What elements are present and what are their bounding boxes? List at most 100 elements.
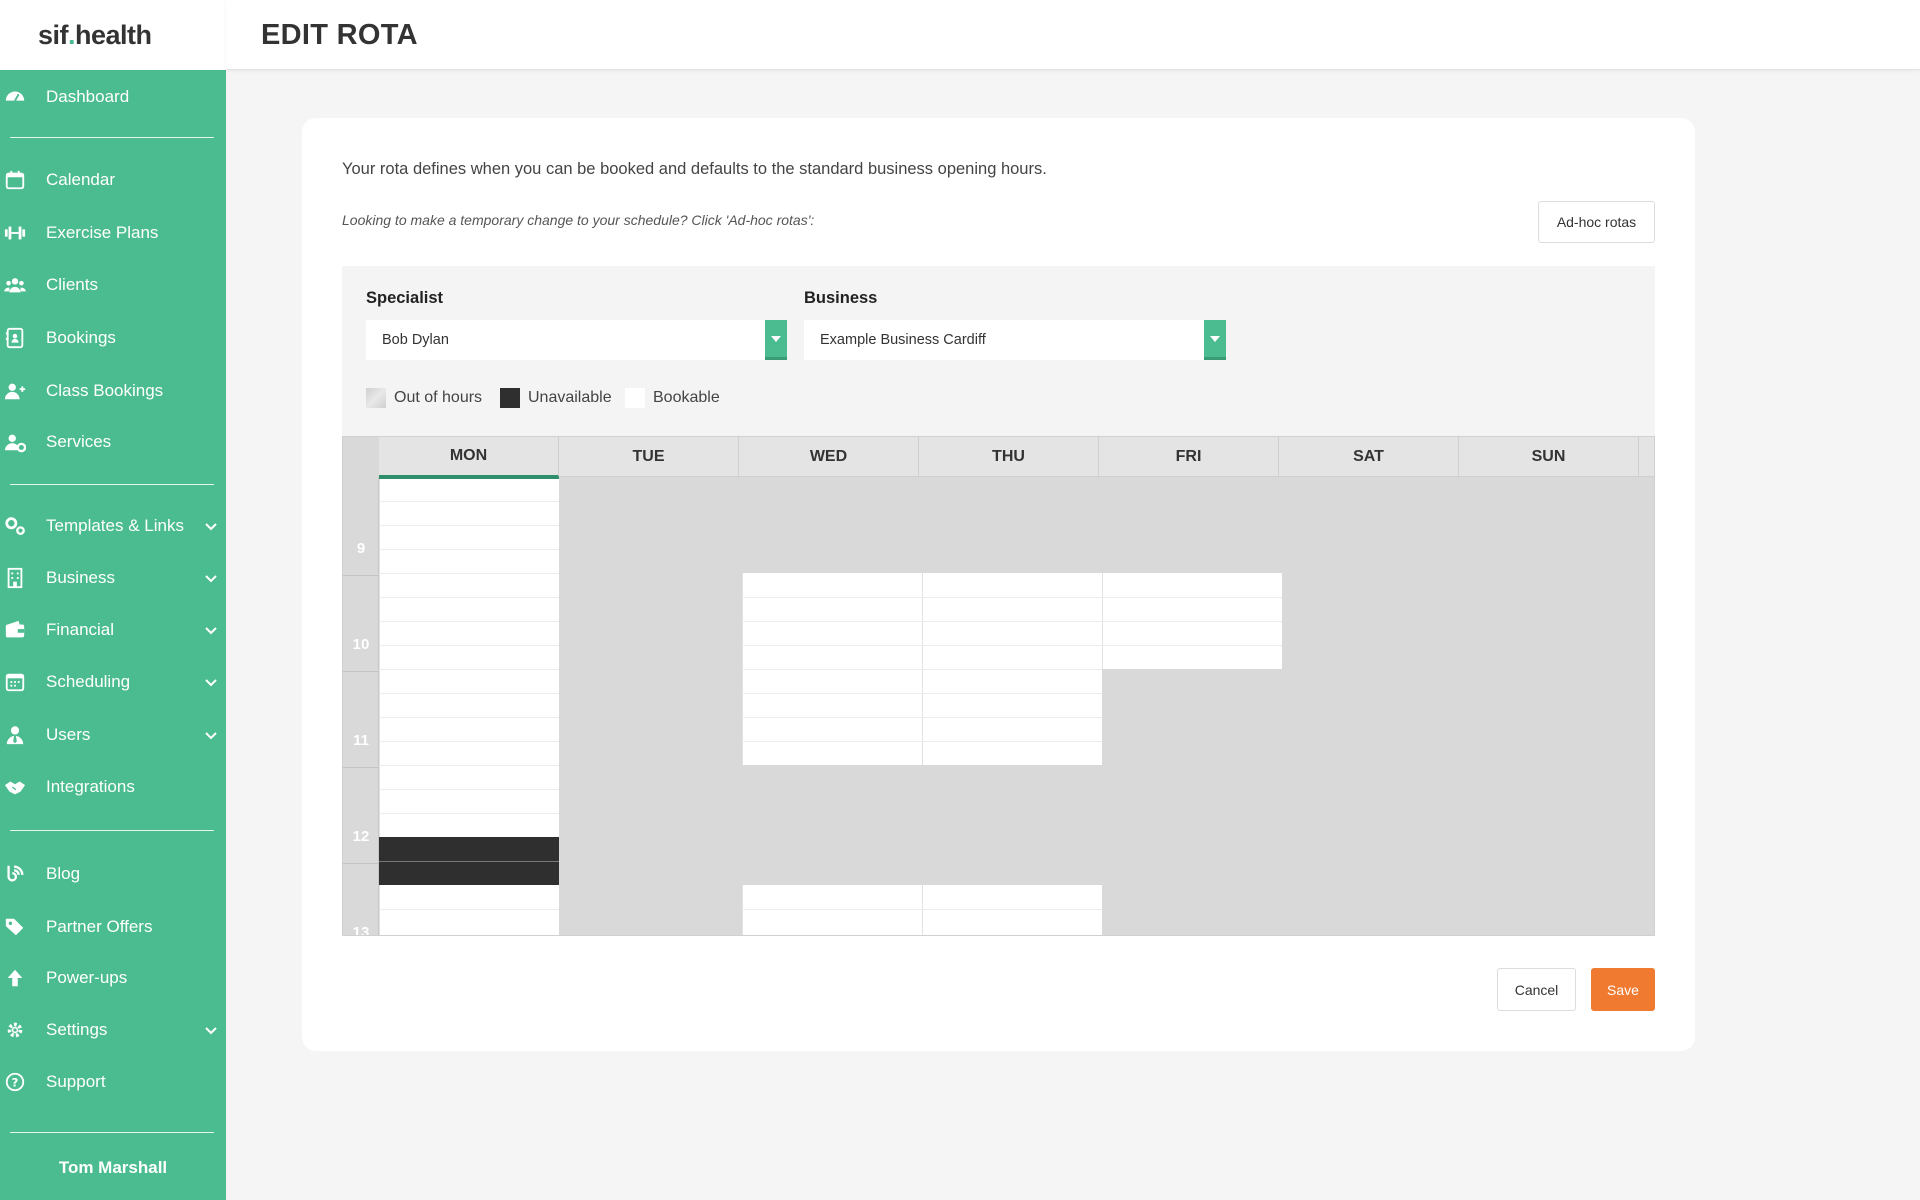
filters-panel: Specialist Bob Dylan Business Example Bu… <box>342 266 1655 438</box>
sidebar-item-label: Class Bookings <box>46 381 164 400</box>
sidebar-item-partner-offers[interactable]: Partner Offers <box>0 907 226 947</box>
gear-icon <box>3 1018 27 1042</box>
svg-text:?: ? <box>12 1076 19 1090</box>
sidebar-item-label: Support <box>46 1072 106 1091</box>
sidebar-item-scheduling[interactable]: Scheduling <box>0 662 226 702</box>
slot-line <box>742 717 922 718</box>
chevron-down-icon[interactable] <box>765 320 787 360</box>
sidebar-item-dashboard[interactable]: Dashboard <box>0 77 226 117</box>
slot-line <box>379 573 559 574</box>
day-header-mon: MON <box>379 437 559 477</box>
sidebar-item-clients[interactable]: Clients <box>0 265 226 305</box>
sidebar-item-settings[interactable]: Settings <box>0 1010 226 1050</box>
logo[interactable]: sif.health <box>0 0 226 70</box>
sidebar-item-financial[interactable]: Financial <box>0 610 226 650</box>
sidebar-item-label: Business <box>46 568 115 587</box>
slot-line <box>379 669 559 670</box>
slot-line <box>379 645 559 646</box>
sidebar-item-class-bookings[interactable]: Class Bookings <box>0 371 226 411</box>
sidebar-item-label: Partner Offers <box>46 917 153 936</box>
dashboard-icon <box>3 85 27 109</box>
slot-line <box>1102 621 1282 622</box>
slot-line <box>922 645 1102 646</box>
sidebar-item-label: Users <box>46 725 91 744</box>
slot-line <box>742 645 922 646</box>
dumbbell-icon <box>3 221 27 245</box>
slot-line <box>742 669 922 670</box>
active-day-indicator <box>379 477 559 479</box>
rota-card: Your rota defines when you can be booked… <box>302 118 1695 1051</box>
chevron-down-icon[interactable] <box>204 518 220 534</box>
sidebar-item-services[interactable]: Services <box>0 422 226 462</box>
sidebar-item-label: Blog <box>46 864 81 883</box>
sidebar-divider <box>10 137 214 138</box>
save-button[interactable]: Save <box>1591 968 1655 1011</box>
sidebar-item-exercise-plans[interactable]: Exercise Plans <box>0 213 226 253</box>
sidebar-item-label: Services <box>46 432 112 451</box>
hour-separator <box>343 767 379 768</box>
chevron-down-icon[interactable] <box>204 1022 220 1038</box>
bookable-block-thu[interactable] <box>922 885 1102 935</box>
slot-line <box>742 741 922 742</box>
sidebar-item-power-ups[interactable]: Power-ups <box>0 958 226 998</box>
rota-grid[interactable]: 9 10 11 12 13 MON TUE WED THU FRI SAT SUN <box>342 436 1655 936</box>
hour-separator <box>343 863 379 864</box>
adhoc-rotas-button[interactable]: Ad-hoc rotas <box>1538 201 1655 243</box>
header-filler <box>1639 437 1654 477</box>
hour-label: 12 <box>352 828 370 845</box>
hour-column: 9 10 11 12 13 <box>343 477 379 935</box>
slot-line <box>379 909 559 910</box>
slot-line <box>922 693 1102 694</box>
user-tie-icon <box>3 723 27 747</box>
sidebar-item-label: Exercise Plans <box>46 223 159 242</box>
sidebar-item-blog[interactable]: Blog <box>0 854 226 894</box>
user-name[interactable]: Tom Marshall <box>0 1158 226 1178</box>
slot-line <box>1102 645 1282 646</box>
bookable-block-mon[interactable] <box>379 477 559 837</box>
slot-line <box>379 789 559 790</box>
sidebar-item-business[interactable]: Business <box>0 558 226 598</box>
slot-line <box>379 765 559 766</box>
sidebar-item-label: Calendar <box>46 170 115 189</box>
calendar-icon <box>3 168 27 192</box>
business-select[interactable]: Example Business Cardiff <box>804 320 1226 360</box>
sidebar-item-label: Financial <box>46 620 115 639</box>
chevron-down-icon[interactable] <box>204 727 220 743</box>
slot-line <box>742 621 922 622</box>
hour-label: 9 <box>356 540 366 557</box>
sidebar-item-calendar[interactable]: Calendar <box>0 160 226 200</box>
sidebar-item-label: Scheduling <box>46 672 131 691</box>
cogs-icon <box>3 514 27 538</box>
top-bar: EDIT ROTA <box>226 0 1920 70</box>
legend-out-of-hours: Out of hours <box>366 386 482 410</box>
slot-line <box>922 621 1102 622</box>
sidebar-item-label: Integrations <box>46 777 135 796</box>
sidebar-item-templates-links[interactable]: Templates & Links <box>0 506 226 546</box>
sidebar-item-integrations[interactable]: Integrations <box>0 767 226 807</box>
adhoc-hint: Looking to make a temporary change to yo… <box>342 212 815 228</box>
tags-icon <box>3 915 27 939</box>
day-header-sat: SAT <box>1279 437 1459 477</box>
sidebar-item-users[interactable]: Users <box>0 715 226 755</box>
slot-line <box>922 741 1102 742</box>
bookable-block-wed[interactable] <box>742 885 922 935</box>
wallet-icon <box>3 618 27 642</box>
sidebar-item-label: Templates & Links <box>46 516 184 535</box>
specialist-select[interactable]: Bob Dylan <box>366 320 787 360</box>
chevron-down-icon[interactable] <box>204 570 220 586</box>
sidebar-item-support[interactable]: ? Support <box>0 1062 226 1102</box>
sidebar-item-bookings[interactable]: Bookings <box>0 318 226 358</box>
sidebar-item-label: Power-ups <box>46 968 128 987</box>
chevron-down-icon[interactable] <box>204 674 220 690</box>
chevron-down-icon[interactable] <box>1204 320 1226 360</box>
chevron-down-icon[interactable] <box>204 622 220 638</box>
day-header-sun: SUN <box>1459 437 1639 477</box>
slot-line <box>379 525 559 526</box>
slot-line <box>379 717 559 718</box>
hour-label: 11 <box>353 732 369 749</box>
slot-line <box>1102 597 1282 598</box>
slot-line <box>379 861 559 862</box>
cancel-button[interactable]: Cancel <box>1497 968 1576 1011</box>
specialist-value: Bob Dylan <box>382 332 449 348</box>
bookable-block-mon[interactable] <box>379 885 559 935</box>
